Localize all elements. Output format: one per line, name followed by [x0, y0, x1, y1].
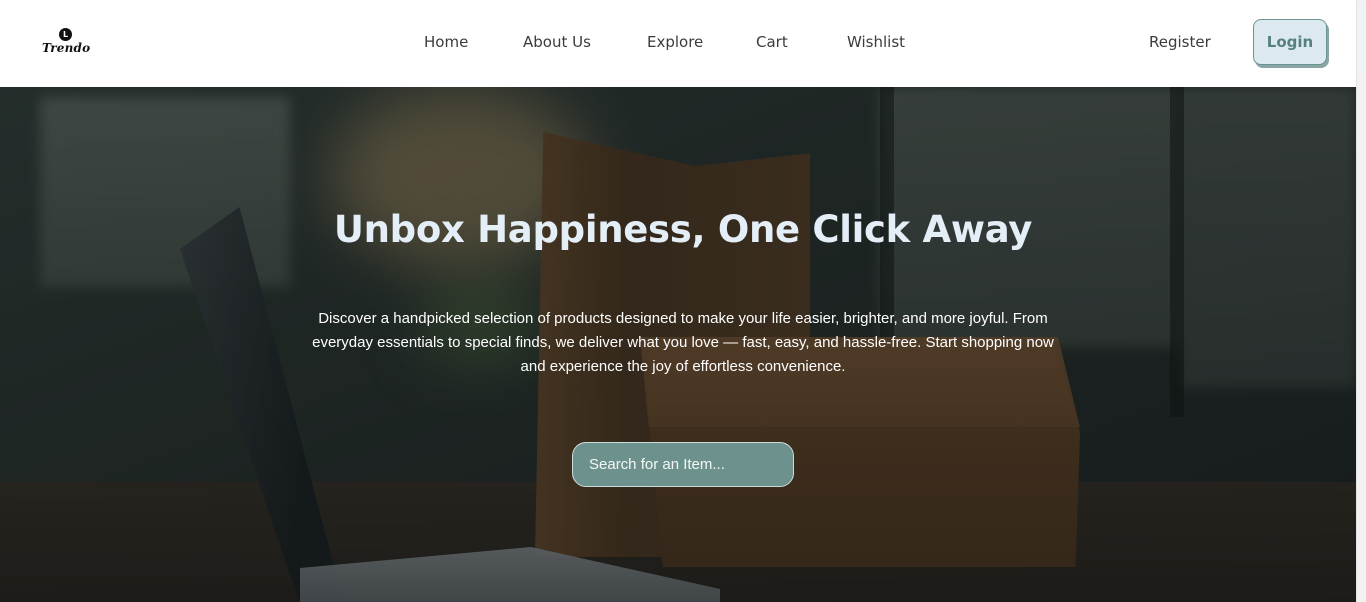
- top-navigation-bar: L Trendo Home About Us Explore Cart Wish…: [0, 0, 1356, 87]
- search-input[interactable]: [572, 442, 794, 487]
- login-button[interactable]: Login: [1253, 19, 1327, 65]
- hero-section: Unbox Happiness, One Click Away Discover…: [0, 87, 1356, 602]
- nav-explore-link[interactable]: Explore: [647, 32, 756, 52]
- nav-cart-link[interactable]: Cart: [756, 32, 847, 52]
- main-nav: Home About Us Explore Cart Wishlist: [424, 32, 917, 52]
- scrollbar-thumb[interactable]: [1357, 2, 1365, 72]
- nav-about-us-link[interactable]: About Us: [523, 32, 647, 52]
- register-link[interactable]: Register: [1149, 32, 1211, 52]
- logo-mark-icon: L: [59, 28, 72, 41]
- hero-description: Discover a handpicked selection of produ…: [312, 310, 1054, 375]
- brand-name: Trendo: [42, 41, 91, 55]
- nav-wishlist-link[interactable]: Wishlist: [847, 32, 917, 52]
- nav-home-link[interactable]: Home: [424, 32, 523, 52]
- brand-logo[interactable]: L Trendo: [42, 28, 90, 56]
- page-scrollbar[interactable]: [1356, 0, 1366, 602]
- hero-title: Unbox Happiness, One Click Away: [333, 208, 1033, 251]
